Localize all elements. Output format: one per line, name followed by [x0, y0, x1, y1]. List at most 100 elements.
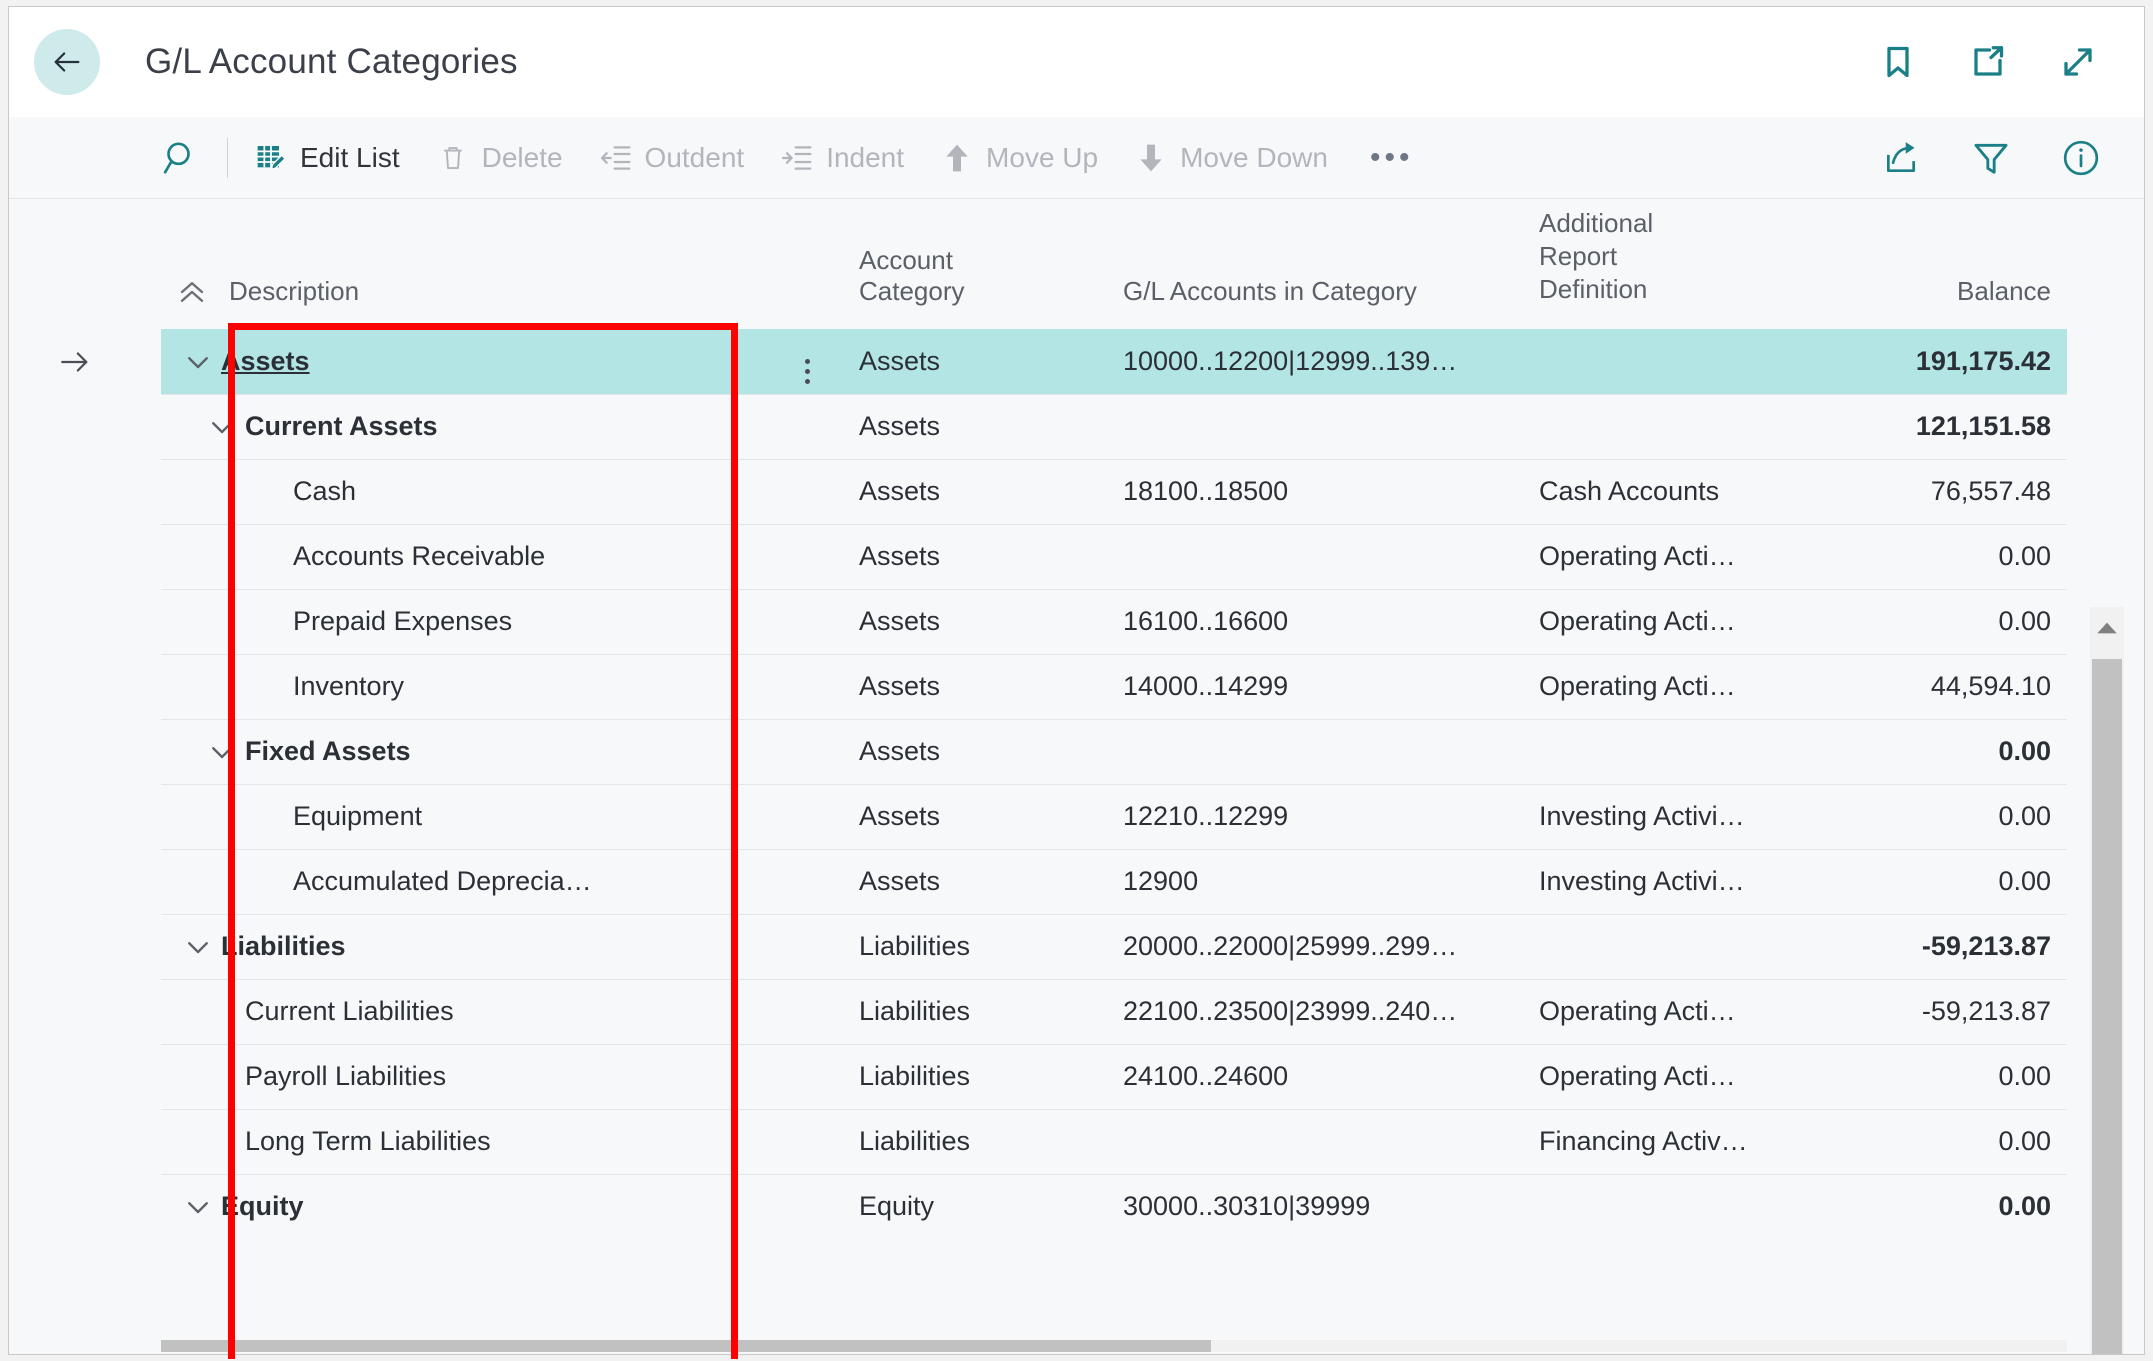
- cell-row-menu[interactable]: [771, 783, 843, 849]
- table-row[interactable]: Long Term Liabilities Liabilities Financin…: [161, 1108, 2067, 1174]
- cell-row-menu[interactable]: [771, 1108, 843, 1174]
- cell-additional-report-definition[interactable]: [1529, 1173, 1799, 1239]
- cell-gl-accounts[interactable]: [1109, 1108, 1529, 1174]
- cell-balance[interactable]: -59,213.87: [1799, 913, 2067, 979]
- cell-gl-accounts[interactable]: 22100..23500|23999..240…: [1109, 978, 1529, 1044]
- expand-collapse-chevron-icon[interactable]: [175, 339, 221, 385]
- cell-description[interactable]: Equipment: [161, 783, 771, 849]
- table-row[interactable]: Inventory Assets 14000..14299 Operating Act…: [161, 653, 2067, 719]
- cell-balance[interactable]: -59,213.87: [1799, 978, 2067, 1044]
- back-button[interactable]: [34, 29, 100, 95]
- cell-row-menu[interactable]: [771, 393, 843, 459]
- table-row[interactable]: Current Liabilities Liabilities 22100..235…: [161, 978, 2067, 1044]
- cell-balance[interactable]: 121,151.58: [1799, 393, 2067, 459]
- column-header-balance[interactable]: Balance: [1799, 199, 2067, 329]
- cell-account-category[interactable]: Liabilities: [843, 1043, 1109, 1109]
- cell-gl-accounts[interactable]: 24100..24600: [1109, 1043, 1529, 1109]
- cell-description[interactable]: Liabilities: [161, 913, 771, 979]
- cell-additional-report-definition[interactable]: Investing Activi…: [1529, 783, 1799, 849]
- cell-gl-accounts[interactable]: [1109, 718, 1529, 784]
- column-header-description[interactable]: Description: [161, 199, 771, 329]
- cell-row-menu[interactable]: [771, 1173, 843, 1239]
- cell-account-category[interactable]: Liabilities: [843, 913, 1109, 979]
- cell-description[interactable]: Current Liabilities: [161, 978, 771, 1044]
- cell-account-category[interactable]: Assets: [843, 458, 1109, 524]
- search-icon[interactable]: [161, 138, 201, 178]
- column-header-additional-report-definition[interactable]: Additional Report Definition: [1529, 199, 1799, 329]
- cell-additional-report-definition[interactable]: Operating Acti…: [1529, 1043, 1799, 1109]
- cell-additional-report-definition[interactable]: [1529, 913, 1799, 979]
- table-row[interactable]: Accounts Receivable Assets Operating Acti……: [161, 523, 2067, 589]
- cell-account-category[interactable]: Assets: [843, 783, 1109, 849]
- expand-collapse-chevron-icon[interactable]: [199, 404, 245, 450]
- table-row[interactable]: Cash Assets 18100..18500 Cash Accounts 76,55…: [161, 458, 2067, 524]
- cell-balance[interactable]: 0.00: [1799, 718, 2067, 784]
- cell-row-menu[interactable]: [771, 328, 843, 394]
- cell-gl-accounts[interactable]: [1109, 393, 1529, 459]
- more-commands-button[interactable]: •••: [1370, 141, 1414, 175]
- table-row[interactable]: Assets Assets 10000..12200|12999..139… 191,…: [61, 328, 2067, 394]
- cell-row-menu[interactable]: [771, 913, 843, 979]
- cell-row-menu[interactable]: [771, 653, 843, 719]
- move-up-button[interactable]: Move Up: [940, 141, 1098, 175]
- cell-gl-accounts[interactable]: 30000..30310|39999: [1109, 1173, 1529, 1239]
- table-row[interactable]: Payroll Liabilities Liabilities 24100..246…: [161, 1043, 2067, 1109]
- cell-account-category[interactable]: Assets: [843, 653, 1109, 719]
- cell-gl-accounts[interactable]: 14000..14299: [1109, 653, 1529, 719]
- delete-button[interactable]: Delete: [436, 141, 563, 175]
- cell-additional-report-definition[interactable]: [1529, 718, 1799, 784]
- cell-additional-report-definition[interactable]: Operating Acti…: [1529, 978, 1799, 1044]
- cell-additional-report-definition[interactable]: Operating Acti…: [1529, 523, 1799, 589]
- cell-account-category[interactable]: Liabilities: [843, 1108, 1109, 1174]
- vertical-scrollbar-thumb[interactable]: [2092, 659, 2122, 1354]
- cell-balance[interactable]: 0.00: [1799, 1043, 2067, 1109]
- cell-account-category[interactable]: Assets: [843, 393, 1109, 459]
- expand-collapse-chevron-icon[interactable]: [175, 924, 221, 970]
- cell-gl-accounts[interactable]: 18100..18500: [1109, 458, 1529, 524]
- cell-account-category[interactable]: Liabilities: [843, 978, 1109, 1044]
- cell-gl-accounts[interactable]: 10000..12200|12999..139…: [1109, 328, 1529, 394]
- cell-description[interactable]: Accounts Receivable: [161, 523, 771, 589]
- cell-additional-report-definition[interactable]: Cash Accounts: [1529, 458, 1799, 524]
- info-icon[interactable]: [2062, 139, 2100, 177]
- cell-account-category[interactable]: Assets: [843, 848, 1109, 914]
- cell-balance[interactable]: 0.00: [1799, 1108, 2067, 1174]
- cell-description[interactable]: Prepaid Expenses: [161, 588, 771, 654]
- cell-balance[interactable]: 0.00: [1799, 783, 2067, 849]
- table-row[interactable]: Equity Equity 30000..30310|39999 0.00: [161, 1173, 2067, 1239]
- cell-description[interactable]: Cash: [161, 458, 771, 524]
- cell-balance[interactable]: 0.00: [1799, 588, 2067, 654]
- table-row[interactable]: Liabilities Liabilities 20000..22000|25999…: [161, 913, 2067, 979]
- vertical-scrollbar[interactable]: [2090, 607, 2124, 1354]
- cell-account-category[interactable]: Assets: [843, 718, 1109, 784]
- cell-row-menu[interactable]: [771, 458, 843, 524]
- cell-balance[interactable]: 0.00: [1799, 1173, 2067, 1239]
- cell-row-menu[interactable]: [771, 718, 843, 784]
- table-row[interactable]: Equipment Assets 12210..12299 Investing Act…: [161, 783, 2067, 849]
- cell-additional-report-definition[interactable]: Financing Activ…: [1529, 1108, 1799, 1174]
- cell-additional-report-definition[interactable]: Operating Acti…: [1529, 588, 1799, 654]
- cell-account-category[interactable]: Equity: [843, 1173, 1109, 1239]
- cell-row-menu[interactable]: [771, 978, 843, 1044]
- cell-gl-accounts[interactable]: [1109, 523, 1529, 589]
- cell-balance[interactable]: 76,557.48: [1799, 458, 2067, 524]
- expand-icon[interactable]: [2058, 40, 2098, 84]
- table-row[interactable]: Prepaid Expenses Assets 16100..16600 Operat…: [161, 588, 2067, 654]
- cell-gl-accounts[interactable]: 12210..12299: [1109, 783, 1529, 849]
- table-row[interactable]: Accumulated Deprecia… Assets 12900 Investin…: [161, 848, 2067, 914]
- column-header-account-category[interactable]: Account Category: [843, 199, 1109, 329]
- row-options-menu-icon[interactable]: [804, 358, 810, 384]
- cell-gl-accounts[interactable]: 20000..22000|25999..299…: [1109, 913, 1529, 979]
- cell-additional-report-definition[interactable]: Investing Activi…: [1529, 848, 1799, 914]
- cell-additional-report-definition[interactable]: [1529, 393, 1799, 459]
- cell-description[interactable]: Equity: [161, 1173, 771, 1239]
- cell-additional-report-definition[interactable]: Operating Acti…: [1529, 653, 1799, 719]
- cell-additional-report-definition[interactable]: [1529, 328, 1799, 394]
- cell-balance[interactable]: 191,175.42: [1799, 328, 2067, 394]
- cell-gl-accounts[interactable]: 12900: [1109, 848, 1529, 914]
- scroll-up-arrow-icon[interactable]: [2090, 607, 2124, 649]
- collapse-all-icon[interactable]: [175, 277, 211, 307]
- cell-account-category[interactable]: Assets: [843, 328, 1109, 394]
- horizontal-scrollbar-thumb[interactable]: [161, 1340, 1211, 1352]
- cell-row-menu[interactable]: [771, 588, 843, 654]
